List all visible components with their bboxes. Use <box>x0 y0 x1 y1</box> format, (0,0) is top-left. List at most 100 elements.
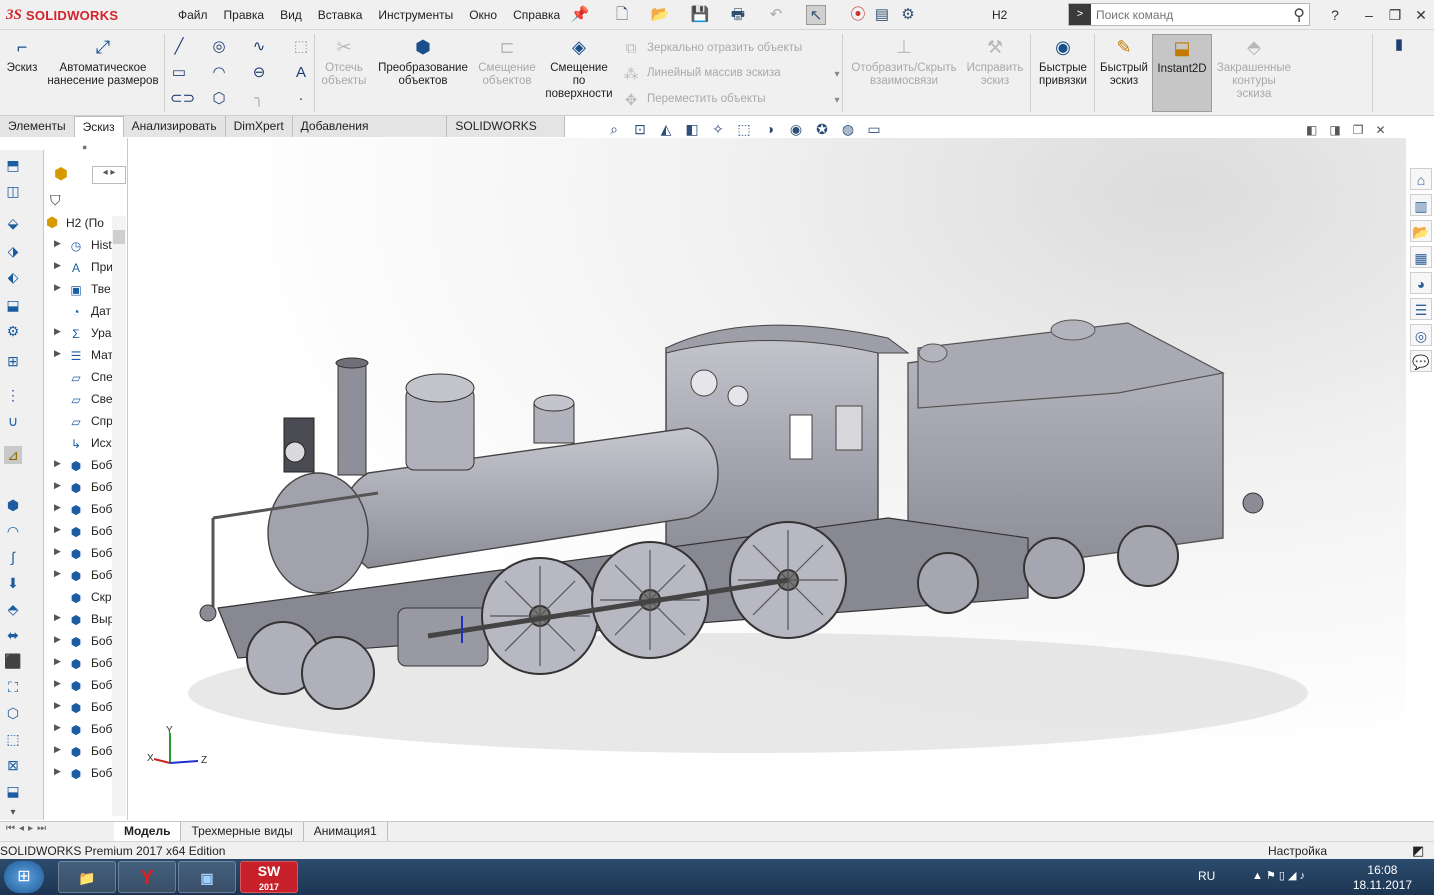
tree-root[interactable]: H2 (По <box>66 216 104 230</box>
move-entities[interactable]: Переместить объекты <box>647 93 766 105</box>
rebuild-traffic-light-icon[interactable]: ⦿ <box>848 5 868 25</box>
filter-icon[interactable]: ⛉ <box>50 192 61 209</box>
quick-snaps-button[interactable]: ◉ Быстрые привязки <box>1034 36 1092 88</box>
tab-animation1[interactable]: Анимация1 <box>304 822 388 841</box>
revolve-icon[interactable]: ◫ <box>4 182 22 200</box>
menu-view[interactable]: Вид <box>272 8 310 22</box>
appearances-icon[interactable]: ◕ <box>1410 272 1432 294</box>
file-explorer-icon[interactable]: 📂 <box>1410 220 1432 242</box>
trim-entities-button[interactable]: ✂ Отсечь объекты <box>318 36 370 88</box>
sketch-toggle-icon[interactable]: ⊿ <box>4 446 22 464</box>
prev-tab-icon[interactable]: ◂ <box>19 823 24 834</box>
menu-window[interactable]: Окно <box>461 8 505 22</box>
combine-icon[interactable]: ⊠ <box>4 756 22 774</box>
boundary-icon[interactable]: ⬓ <box>4 296 22 314</box>
draft-icon[interactable]: ⬇ <box>4 574 22 592</box>
tab-model[interactable]: Модель <box>114 822 182 841</box>
doc-close-icon[interactable]: ✕ <box>1375 123 1385 137</box>
graphics-area[interactable]: Y X Z <box>128 138 1406 820</box>
customize-status[interactable]: Настройка <box>1268 844 1327 858</box>
file-explorer-taskbar-icon[interactable]: 📁 <box>58 861 116 893</box>
expand-arrow-icon[interactable]: ▶ <box>54 546 61 557</box>
solidworks-resources-icon[interactable]: ⌂ <box>1410 168 1432 190</box>
options-gear-icon[interactable]: ⚙ <box>898 5 918 25</box>
sketch-button[interactable]: ⌐ Эскиз <box>4 36 40 75</box>
view-palette-icon[interactable]: ▦ <box>1410 246 1432 268</box>
smart-dimension-button[interactable]: ⤢ Автоматическое нанесение размеров <box>44 36 162 88</box>
sketch-fillet-icon[interactable]: ⬚ <box>292 38 310 56</box>
line-icon[interactable]: ╱ <box>170 38 188 56</box>
solidworks-forum-icon[interactable]: ◎ <box>1410 324 1432 346</box>
tab-3d-views[interactable]: Трехмерные виды <box>181 822 304 841</box>
text-icon[interactable]: A <box>292 64 310 82</box>
expand-arrow-icon[interactable]: ▶ <box>54 326 61 337</box>
expand-arrow-icon[interactable]: ▶ <box>54 634 61 645</box>
rapid-sketch-button[interactable]: ✎ Быстрый эскиз <box>1098 36 1150 88</box>
curves-icon[interactable]: ⛶ <box>4 678 22 696</box>
close-icon[interactable]: ✕ <box>1410 6 1432 24</box>
menu-edit[interactable]: Правка <box>216 8 273 22</box>
split-icon[interactable]: ⬓ <box>4 782 22 800</box>
fillet-icon[interactable]: ╮ <box>250 90 268 108</box>
shaded-sketch-contours-button[interactable]: ⬘ Закрашенные контуры эскиза <box>1214 36 1294 101</box>
menu-tools[interactable]: Инструменты <box>370 8 461 22</box>
repair-sketch-button[interactable]: ⚒ Исправить эскиз <box>964 36 1026 88</box>
dome-icon[interactable]: ◠ <box>4 522 22 540</box>
ellipse-icon[interactable]: ⊖ <box>250 64 268 82</box>
menu-file[interactable]: Файл <box>170 8 216 22</box>
save-icon[interactable]: 💾 <box>690 5 710 25</box>
expand-arrow-icon[interactable]: ▶ <box>54 458 61 469</box>
doc-restore-icon[interactable]: ❐ <box>1353 123 1364 137</box>
expand-arrow-icon[interactable]: ▶ <box>54 348 61 359</box>
undo-icon[interactable]: ↶ <box>766 5 786 25</box>
expand-arrow-icon[interactable]: ▶ <box>54 282 61 293</box>
fillet-feature-icon[interactable]: ⊞ <box>4 352 22 370</box>
solidworks-taskbar-icon[interactable]: SW 2017 <box>240 861 298 893</box>
flex-icon[interactable]: ∫ <box>4 548 22 566</box>
intersect-icon[interactable]: ⬚ <box>4 730 22 748</box>
tab-sketch[interactable]: Эскиз <box>74 116 124 137</box>
new-document-icon[interactable]: 🗋 <box>612 5 632 25</box>
offset-on-surface-button[interactable]: ◈ Смещение по поверхности <box>542 36 616 101</box>
display-relations-button[interactable]: ⊥ Отобразить/Скрыть взаимосвязи <box>846 36 962 88</box>
tab-addins[interactable]: Добавления SOLIDWORKS <box>293 116 448 154</box>
tray-icons[interactable]: ▲ ⚑ ▯ ◢ ♪ <box>1252 869 1305 882</box>
chevron-down-icon[interactable]: ▾ <box>828 92 846 110</box>
extrude-icon[interactable]: ⬒ <box>4 156 22 174</box>
expand-arrow-icon[interactable]: ▶ <box>54 722 61 733</box>
expand-arrow-icon[interactable]: ▶ <box>54 260 61 271</box>
custom-properties-icon[interactable]: ☰ <box>1410 298 1432 320</box>
expand-arrow-icon[interactable]: ▶ <box>54 524 61 535</box>
system-clock[interactable]: 16:08 18.11.2017 <box>1353 863 1412 893</box>
instant3d-icon[interactable]: ⬡ <box>4 704 22 722</box>
convert-entities-button[interactable]: ⬢ Преобразование объектов <box>374 36 472 88</box>
tab-mbd[interactable]: SOLIDWORKS MBD <box>447 116 565 154</box>
mirror-feature-icon[interactable]: ⬌ <box>4 626 22 644</box>
chevron-down-icon[interactable]: ▾ <box>828 66 846 84</box>
tile-left-icon[interactable]: ◧ <box>1306 123 1317 137</box>
shell-icon[interactable]: ⬘ <box>4 600 22 618</box>
solidworks-logo[interactable]: 3S SOLIDWORKS <box>6 4 150 26</box>
expand-arrow-icon[interactable]: ▶ <box>54 480 61 491</box>
search-input[interactable] <box>1091 7 1271 22</box>
spline-icon[interactable]: ∿ <box>250 38 268 56</box>
point-icon[interactable]: · <box>292 90 310 108</box>
start-button-icon[interactable]: ⊞ <box>4 861 44 893</box>
wrap-icon[interactable]: ⬢ <box>4 496 22 514</box>
tab-dimxpert[interactable]: DimXpert <box>226 116 293 137</box>
help-status-icon[interactable]: ◩ <box>1412 843 1424 859</box>
instant2d-button[interactable]: ⬓ Instant2D <box>1152 34 1212 112</box>
loft-icon[interactable]: ⬖ <box>4 268 22 286</box>
last-tab-icon[interactable]: ⏭ <box>37 823 46 834</box>
feature-manager-icon[interactable]: ⬢ <box>54 164 68 184</box>
yandex-browser-taskbar-icon[interactable]: Y <box>118 861 176 893</box>
expand-arrow-icon[interactable]: ▶ <box>54 766 61 777</box>
rib-icon[interactable]: ∪ <box>4 412 22 430</box>
file-properties-icon[interactable]: ▤ <box>872 5 892 25</box>
chevron-down-icon[interactable]: ▾ <box>4 804 22 822</box>
tile-right-icon[interactable]: ◨ <box>1329 123 1340 137</box>
expand-arrow-icon[interactable]: ▶ <box>54 502 61 513</box>
command-search[interactable]: > ⚲ <box>1068 3 1310 26</box>
expand-arrow-icon[interactable]: ▶ <box>54 678 61 689</box>
panel-scroll-arrows[interactable]: ◂ ▸ <box>92 166 126 184</box>
